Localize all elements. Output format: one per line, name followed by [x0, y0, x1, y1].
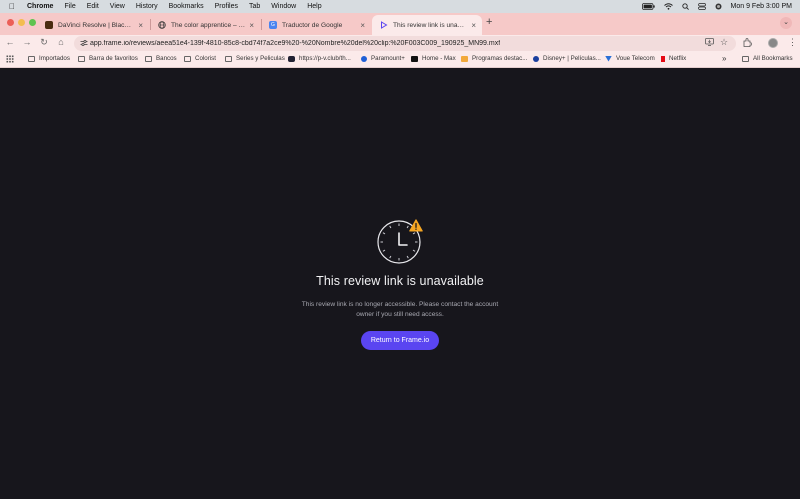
new-tab-button[interactable]: + [486, 16, 492, 28]
bookmark-importados[interactable]: Importados [28, 55, 70, 62]
voue-icon [605, 55, 612, 62]
bookmark-colorist[interactable]: Colorist [184, 55, 216, 62]
bookmark-label: Disney+ | Películas... [543, 55, 601, 62]
bookmark-home-max[interactable]: Home - Max [411, 55, 456, 62]
all-bookmarks-button[interactable]: All Bookmarks [742, 55, 793, 62]
site-icon [288, 55, 295, 62]
disney-icon [533, 55, 539, 62]
bookmark-label: Colorist [195, 55, 216, 62]
all-bookmarks-label: All Bookmarks [753, 55, 793, 62]
bookmark-label: Programas destac... [472, 55, 528, 62]
bookmark-voue-telecom[interactable]: Voue Telecom [605, 55, 655, 62]
tab-title: The color apprentice – Co [171, 21, 246, 29]
url-text[interactable]: app.frame.io/reviews/aeea51e4-139f-4810-… [90, 40, 500, 47]
folder-icon [78, 55, 85, 62]
bookmark-label: Importados [39, 55, 70, 62]
reload-button[interactable]: ↻ [38, 37, 50, 48]
site-settings-icon[interactable] [80, 39, 88, 49]
davinci-favicon-icon [45, 21, 53, 29]
tab-title: This review link is unavailable [393, 21, 467, 29]
menu-edit[interactable]: Edit [87, 3, 99, 10]
bookmark-disney[interactable]: Disney+ | Películas... [533, 55, 601, 62]
globe-favicon-icon [158, 21, 166, 29]
paramount-icon [361, 55, 367, 62]
forward-button[interactable]: → [21, 37, 33, 47]
bookmark-star-icon[interactable]: ☆ [720, 37, 728, 48]
menu-file[interactable]: File [64, 3, 75, 10]
bookmark-barra-favoritos[interactable]: Barra de favoritos [78, 55, 138, 62]
chrome-menu-icon[interactable]: ⋮ [788, 37, 797, 48]
site-icon [461, 55, 468, 62]
menu-tab[interactable]: Tab [249, 3, 260, 10]
extensions-icon[interactable] [743, 38, 753, 49]
folder-icon [184, 55, 191, 62]
tab-davinci-resolve[interactable]: DaVinci Resolve | Blackmagic × [37, 15, 149, 35]
battery-icon[interactable] [641, 3, 655, 10]
install-app-icon[interactable] [705, 38, 714, 48]
warning-icon [409, 219, 423, 232]
tab-color-apprentice[interactable]: The color apprentice – Co × [150, 15, 260, 35]
control-center-icon[interactable] [697, 3, 706, 10]
google-translate-favicon-icon: G [269, 21, 277, 29]
folder-icon [742, 55, 749, 62]
menu-bookmarks[interactable]: Bookmarks [169, 3, 204, 10]
siri-icon[interactable] [715, 3, 722, 10]
tab-title: DaVinci Resolve | Blackmagic [58, 21, 134, 29]
tab-search-button[interactable]: ⌄ [780, 17, 792, 29]
return-to-frameio-button[interactable]: Return to Frame.io [361, 331, 439, 350]
menu-help[interactable]: Help [307, 3, 321, 10]
tab-close-icon[interactable]: × [138, 21, 143, 30]
window-minimize-button[interactable] [18, 19, 25, 26]
folder-icon [145, 55, 152, 62]
window-zoom-button[interactable] [29, 19, 36, 26]
bookmark-label: Voue Telecom [616, 55, 655, 62]
apps-grid-icon[interactable] [6, 55, 14, 63]
bookmark-label: Home - Max [422, 55, 456, 62]
bookmark-label: https://p-v.club/th... [299, 55, 351, 62]
bookmark-programas[interactable]: Programas destac... [461, 55, 527, 62]
expired-link-illustration [376, 219, 424, 267]
profile-avatar[interactable] [768, 38, 778, 48]
menu-view[interactable]: View [110, 3, 125, 10]
bookmark-label: Barra de favoritos [89, 55, 138, 62]
tab-close-icon[interactable]: × [249, 21, 254, 30]
menu-window[interactable]: Window [271, 3, 296, 10]
folder-icon [28, 55, 35, 62]
home-button[interactable]: ⌂ [55, 37, 67, 47]
tab-close-icon[interactable]: × [471, 21, 476, 30]
unavailable-message: This review link is no longer accessible… [301, 301, 499, 318]
tab-review-link-active[interactable]: This review link is unavailable × [372, 15, 482, 35]
bookmark-label: Netflix [669, 55, 687, 62]
bookmark-label: Series y Peliculas [236, 55, 285, 62]
bookmark-label: Paramount+ [371, 55, 405, 62]
bookmark-pv-club[interactable]: https://p-v.club/th... [288, 55, 351, 62]
max-icon [411, 55, 418, 62]
window-close-button[interactable] [7, 19, 14, 26]
bookmark-bancos[interactable]: Bancos [145, 55, 177, 62]
back-button[interactable]: ← [4, 37, 16, 47]
folder-icon [225, 55, 232, 62]
address-bar[interactable]: app.frame.io/reviews/aeea51e4-139f-4810-… [74, 36, 736, 51]
menubar-status-area: Mon 9 Feb 3:00 PM [641, 0, 792, 13]
wifi-icon[interactable] [663, 3, 673, 10]
menu-profiles[interactable]: Profiles [215, 3, 238, 10]
bookmark-netflix[interactable]: Netflix [661, 55, 686, 62]
apple-icon[interactable]:  [9, 0, 17, 13]
bookmark-paramount[interactable]: Paramount+ [361, 55, 405, 62]
tab-close-icon[interactable]: × [360, 21, 365, 30]
frameio-favicon-icon [380, 21, 388, 29]
spotlight-search-icon[interactable] [681, 3, 689, 10]
tab-google-translate[interactable]: G Traductor de Google × [261, 15, 371, 35]
more-bookmarks-button[interactable]: » [722, 54, 726, 63]
menu-history[interactable]: History [136, 3, 158, 10]
menu-app-name[interactable]: Chrome [27, 3, 53, 10]
menubar-clock[interactable]: Mon 9 Feb 3:00 PM [731, 3, 792, 10]
tab-title: Traductor de Google [282, 21, 343, 29]
page-title: This review link is unavailable [316, 274, 484, 288]
bookmark-label: Bancos [156, 55, 177, 62]
macos-menu-bar:  Chrome File Edit View History Bookmark… [0, 0, 800, 13]
netflix-icon [661, 55, 665, 62]
bookmark-series-peliculas[interactable]: Series y Peliculas [225, 55, 285, 62]
